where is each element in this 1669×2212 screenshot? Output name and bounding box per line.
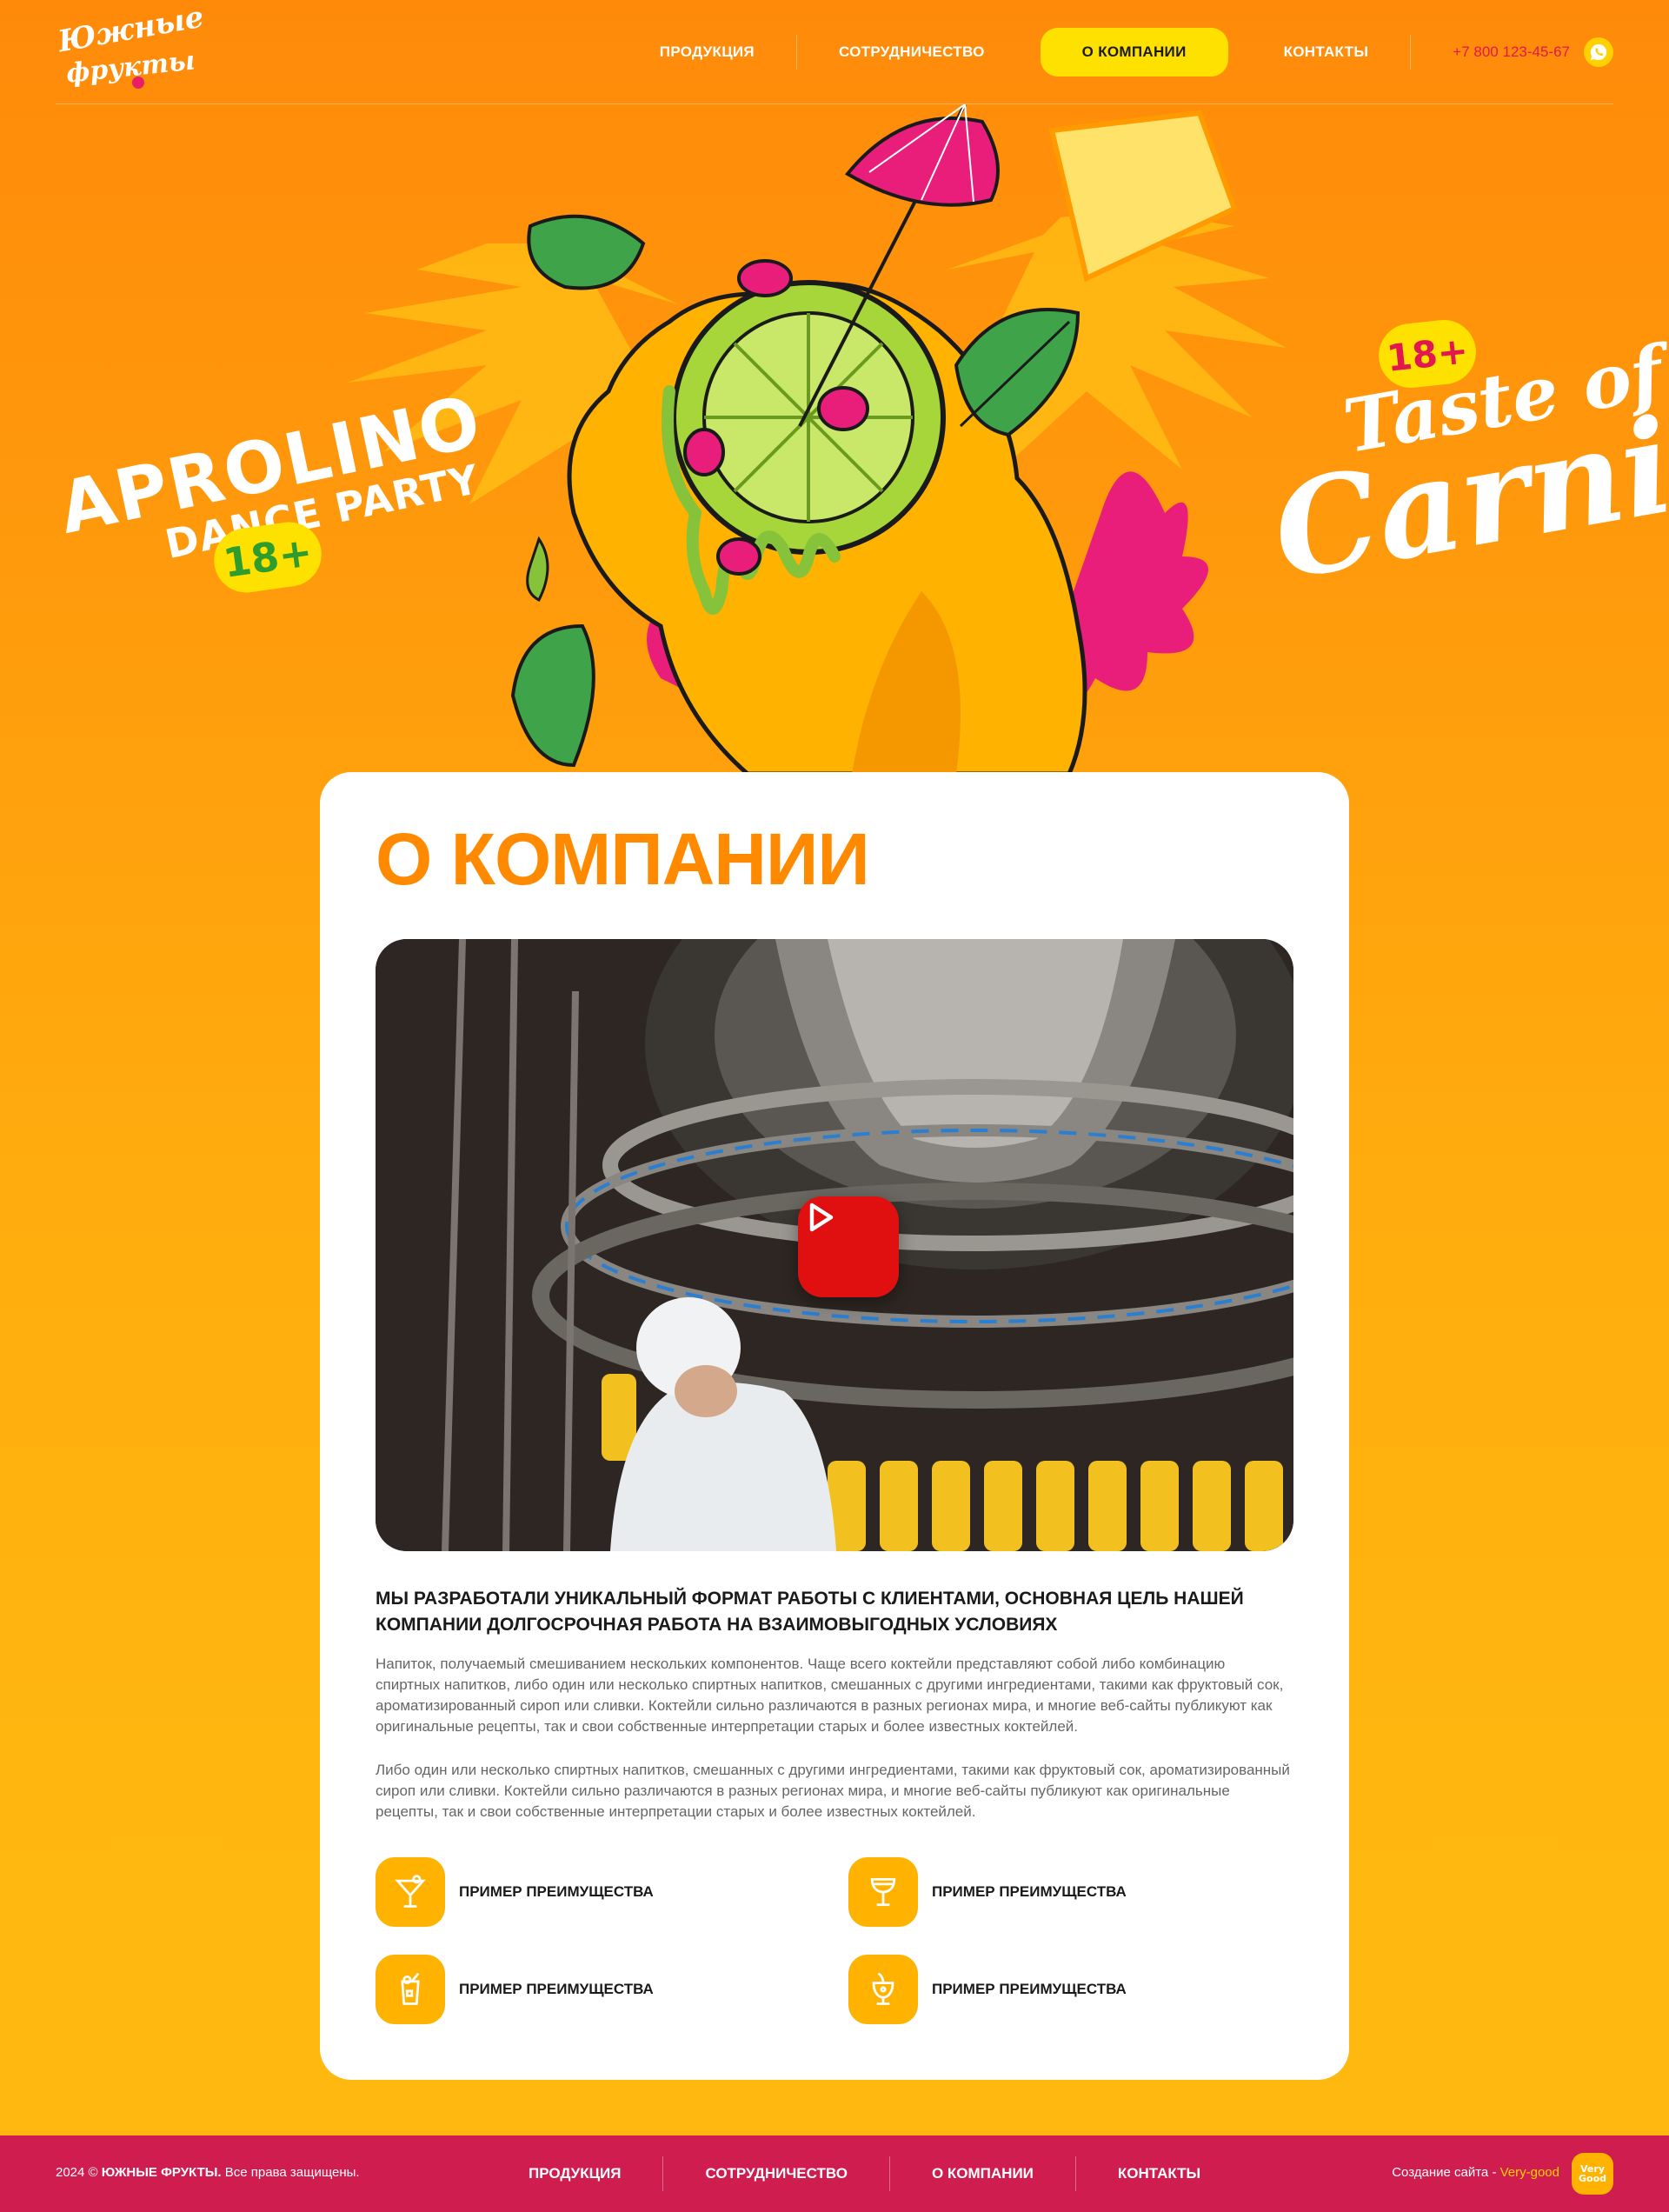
very-good-logo[interactable]: Very Good [1572,2153,1613,2195]
copyright-year: 2024 © [56,2165,98,2180]
copyright-brand: ЮЖНЫЕ ФРУКТЫ. [101,2165,222,2180]
footer-nav-contacts[interactable]: КОНТАКТЫ [1076,2165,1242,2182]
phone-link[interactable]: +7 800 123-45-67 [1411,43,1570,61]
main-nav: ПРОДУКЦИЯ СОТРУДНИЧЕСТВО О КОМПАНИИ КОНТ… [618,28,1613,77]
feature-item: ПРИМЕР ПРЕИМУЩЕСТВА [376,1857,654,1927]
footer-nav-cooperation[interactable]: СОТРУДНИЧЕСТВО [663,2165,889,2182]
video-player[interactable] [376,939,1293,1551]
nav-about[interactable]: О КОМПАНИИ [1040,28,1228,77]
site-footer: 2024 © ЮЖНЫЕ ФРУКТЫ. Все права защищены.… [0,2135,1669,2212]
feature-label: ПРИМЕР ПРЕИМУЩЕСТВА [459,1883,654,1900]
play-icon[interactable] [798,1196,899,1297]
copyright: 2024 © ЮЖНЫЕ ФРУКТЫ. Все права защищены. [56,2165,360,2180]
nav-cooperation[interactable]: СОТРУДНИЧЕСТВО [797,28,1027,77]
coupe-glass-icon [848,1857,918,1927]
footer-nav: ПРОДУКЦИЯ СОТРУДНИЧЕСТВО О КОМПАНИИ КОНТ… [487,2155,1242,2193]
feature-label: ПРИМЕР ПРЕИМУЩЕСТВА [932,1981,1127,1997]
feature-item: ПРИМЕР ПРЕИМУЩЕСТВА [848,1857,1127,1927]
footer-nav-about[interactable]: О КОМПАНИИ [890,2165,1075,2182]
feature-item: ПРИМЕР ПРЕИМУЩЕСТВА [376,1955,654,2024]
feature-label: ПРИМЕР ПРЕИМУЩЕСТВА [932,1883,1127,1900]
highball-icon [376,1955,445,2024]
nav-contacts[interactable]: КОНТАКТЫ [1242,28,1411,77]
page-title: О КОМПАНИИ [376,818,870,900]
made-by: Создание сайта - Very-good [1392,2165,1559,2180]
about-paragraph-2: Либо один или несколько спиртных напитко… [376,1762,1290,1820]
made-by-link[interactable]: Very-good [1500,2165,1559,2180]
tropical-drink-icon [848,1955,918,2024]
about-paragraph-1: Напиток, получаемый смешиванием нескольк… [376,1656,1284,1735]
feature-label: ПРИМЕР ПРЕИМУЩЕСТВА [459,1981,654,1997]
feature-item: ПРИМЕР ПРЕИМУЩЕСТВА [848,1955,1127,2024]
about-card: О КОМПАНИИ МЫ РАЗРАБОТАЛИ УНИКАЛЬНЫЙ ФОР… [320,772,1349,2080]
nav-products[interactable]: ПРОДУКЦИЯ [618,28,796,77]
footer-nav-products[interactable]: ПРОДУКЦИЯ [487,2165,662,2182]
brand-logo[interactable]: Южные фрукты [56,0,207,97]
apple-icon [132,77,144,89]
about-lead: МЫ РАЗРАБОТАЛИ УНИКАЛЬНЫЙ ФОРМАТ РАБОТЫ … [376,1589,1244,1635]
whatsapp-icon[interactable] [1584,37,1613,67]
very-good-logo-line2: Good [1578,2173,1607,2184]
site-header: Южные фрукты ПРОДУКЦИЯ СОТРУДНИЧЕСТВО О … [56,0,1613,104]
hero-banner: APROLINO DANCE PARTY 18+ 18+ Taste of Ca… [0,104,1669,774]
copyright-rest: Все права защищены. [224,2165,360,2180]
made-by-text: Создание сайта - [1392,2165,1497,2180]
martini-icon [376,1857,445,1927]
